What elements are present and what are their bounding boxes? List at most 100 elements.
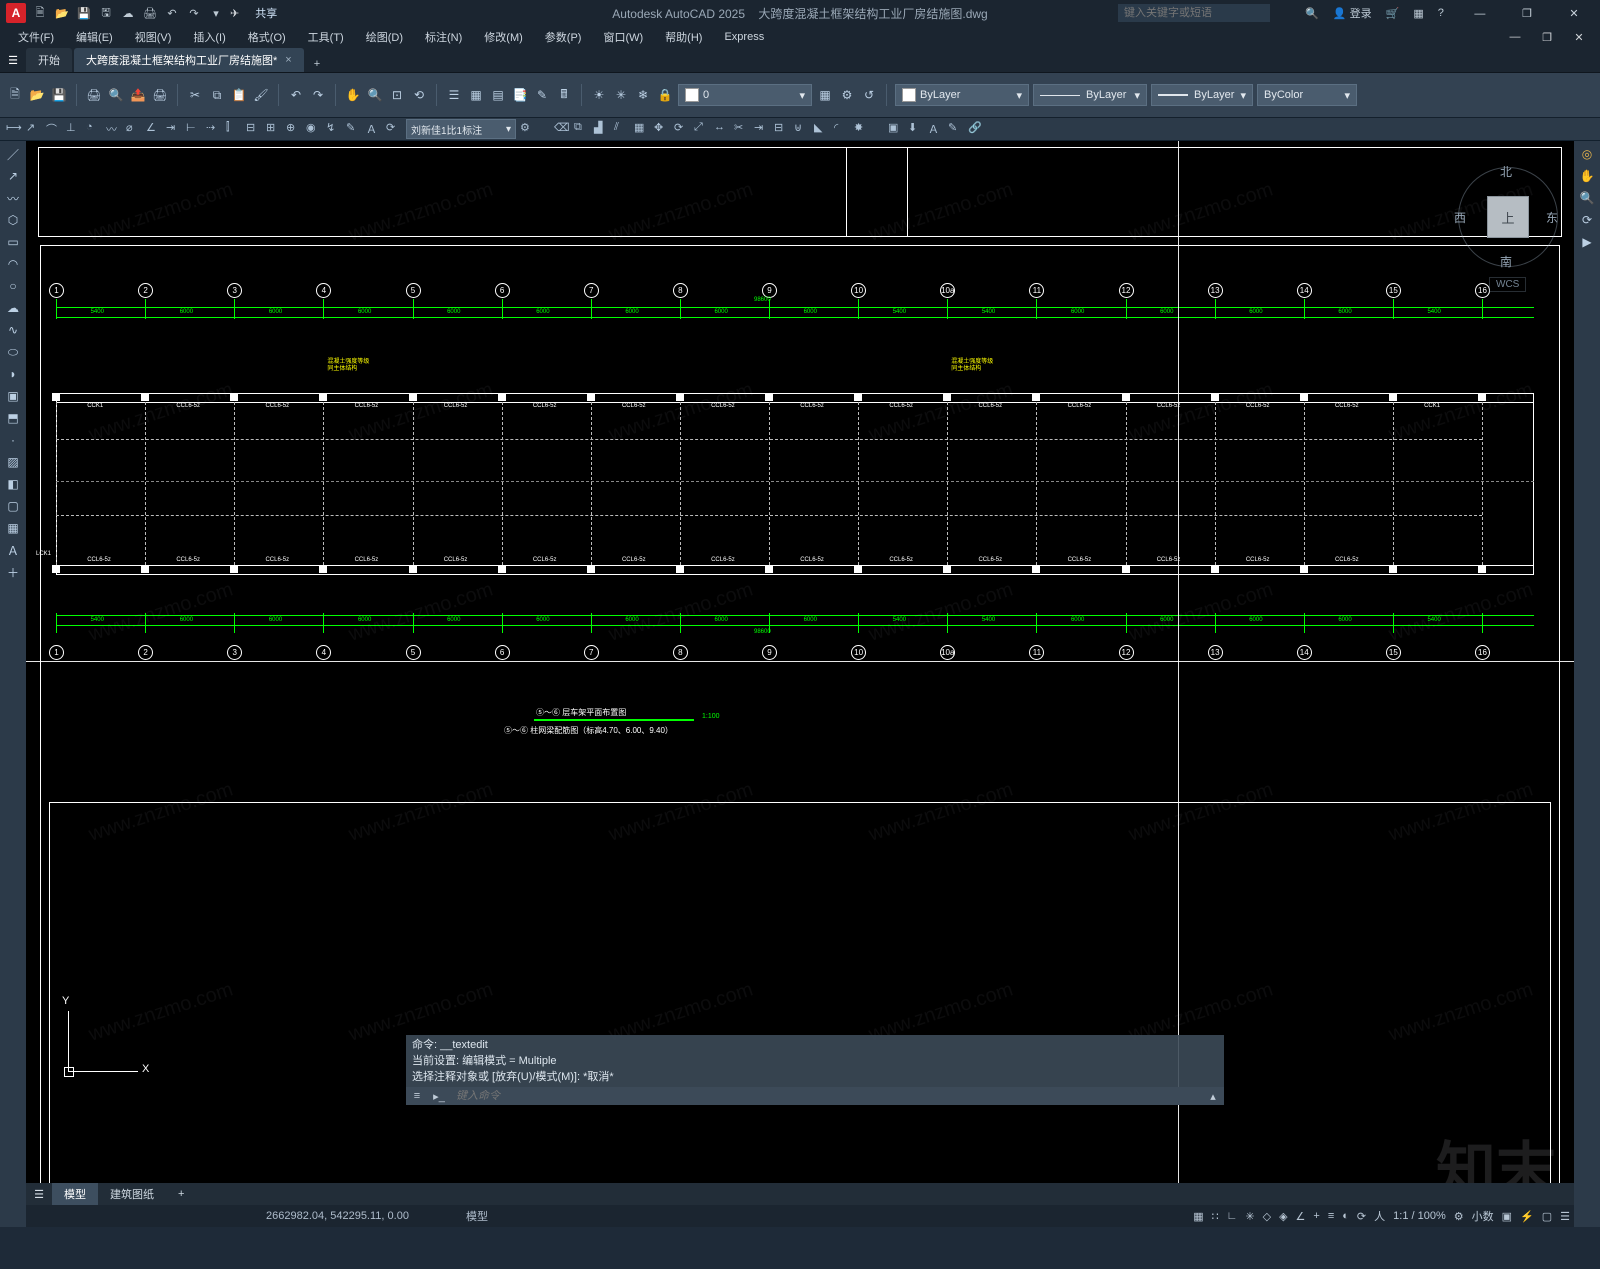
- redo2-icon[interactable]: ↷: [309, 86, 327, 104]
- status-customize-icon[interactable]: ☰: [1560, 1210, 1570, 1223]
- dim-aligned-icon[interactable]: ↗: [26, 121, 42, 137]
- extend-icon[interactable]: ⇥: [754, 121, 770, 137]
- properties-icon[interactable]: ☰: [445, 86, 463, 104]
- rectangle-icon[interactable]: ▭: [4, 233, 22, 251]
- status-osnap-icon[interactable]: ◇: [1263, 1210, 1271, 1223]
- status-transparency-icon[interactable]: ◐: [1342, 1210, 1349, 1222]
- status-modelspace[interactable]: 模型: [466, 1208, 488, 1224]
- status-annoscale-icon[interactable]: 人: [1374, 1208, 1385, 1224]
- status-otrack-icon[interactable]: ∠: [1296, 1210, 1306, 1223]
- dim-space-icon[interactable]: ⫿: [226, 121, 242, 137]
- makeblock-icon[interactable]: ⬒: [4, 409, 22, 427]
- attdef-icon[interactable]: Ａ: [928, 121, 944, 137]
- menu-format[interactable]: 格式(O): [238, 27, 296, 47]
- stretch-icon[interactable]: ↔: [714, 121, 730, 137]
- matchprop-icon[interactable]: 🖌: [252, 86, 270, 104]
- navbar-pan-icon[interactable]: ✋: [1578, 167, 1596, 185]
- undo-icon[interactable]: ↶: [164, 5, 180, 21]
- dim-linear-icon[interactable]: ⟼: [6, 121, 22, 137]
- hatch-icon[interactable]: ▨: [4, 453, 22, 471]
- qnew-icon[interactable]: 🗎: [6, 86, 24, 104]
- tab-new-button[interactable]: +: [306, 56, 328, 72]
- maximize-button[interactable]: ❐: [1505, 7, 1549, 20]
- webmobile-icon[interactable]: ☁: [120, 5, 136, 21]
- color-bylayer-dropdown[interactable]: ByLayer ▾: [895, 84, 1029, 106]
- break-icon[interactable]: ⊟: [774, 121, 790, 137]
- menu-file[interactable]: 文件(F): [8, 27, 64, 47]
- search-icon[interactable]: 🔍: [1305, 7, 1319, 20]
- status-cleanscreen-icon[interactable]: ▢: [1542, 1210, 1552, 1223]
- array-icon[interactable]: ▦: [634, 121, 650, 137]
- arc-icon[interactable]: ◠: [4, 255, 22, 273]
- doc-close-button[interactable]: ✕: [1564, 31, 1594, 44]
- menu-insert[interactable]: 插入(I): [183, 27, 235, 47]
- mirror-icon[interactable]: ▟: [594, 121, 610, 137]
- layerfreeze-icon[interactable]: ❄: [634, 86, 652, 104]
- dim-arc-icon[interactable]: ⌒: [46, 121, 62, 137]
- status-polar-icon[interactable]: ✳: [1245, 1210, 1254, 1223]
- menu-view[interactable]: 视图(V): [125, 27, 182, 47]
- layermgr-icon[interactable]: ▦: [816, 86, 834, 104]
- menu-window[interactable]: 窗口(W): [593, 27, 653, 47]
- layout-tab-new[interactable]: +: [166, 1185, 196, 1203]
- navbar-zoom-icon[interactable]: 🔍: [1578, 189, 1596, 207]
- layout-tab-sheet[interactable]: 建筑图纸: [98, 1183, 166, 1205]
- insert2-icon[interactable]: ⬇: [908, 121, 924, 137]
- navbar-orbit-icon[interactable]: ⟳: [1578, 211, 1596, 229]
- preview-icon[interactable]: 🔍: [107, 86, 125, 104]
- menu-draw[interactable]: 绘图(D): [356, 27, 413, 47]
- dim-jogged-icon[interactable]: 〰: [106, 121, 122, 137]
- command-input[interactable]: [450, 1090, 1202, 1102]
- status-snap-icon[interactable]: ∷: [1212, 1210, 1219, 1223]
- toolpalette-icon[interactable]: ▤: [489, 86, 507, 104]
- revcloud-icon[interactable]: ☁: [4, 299, 22, 317]
- menu-edit[interactable]: 编辑(E): [66, 27, 123, 47]
- scale-icon[interactable]: ⤢: [694, 121, 710, 137]
- linetype-dropdown[interactable]: ByLayer ▾: [1033, 84, 1147, 106]
- quickcalc-icon[interactable]: 🖩: [555, 86, 573, 104]
- open-icon[interactable]: 📂: [54, 5, 70, 21]
- layerlock-icon[interactable]: 🔒: [656, 86, 674, 104]
- help-icon[interactable]: ?: [1438, 7, 1444, 19]
- spline-icon[interactable]: ∿: [4, 321, 22, 339]
- move-icon[interactable]: ✥: [654, 121, 670, 137]
- apps-icon[interactable]: ▦: [1413, 7, 1423, 20]
- lineweight-dropdown[interactable]: ByLayer ▾: [1151, 84, 1253, 106]
- dim-quick-icon[interactable]: ⇥: [166, 121, 182, 137]
- doc-restore-button[interactable]: ❐: [1532, 31, 1562, 44]
- point-icon[interactable]: ·: [4, 431, 22, 449]
- dimedit-icon[interactable]: ✎: [346, 121, 362, 137]
- dimstyle-dropdown[interactable]: 刘新佳1比1标注 ▾: [406, 119, 516, 139]
- zoomwin-icon[interactable]: ⊡: [388, 86, 406, 104]
- table2-icon[interactable]: ▦: [4, 519, 22, 537]
- zoomprev-icon[interactable]: ⟲: [410, 86, 428, 104]
- cut-icon[interactable]: ✂: [186, 86, 204, 104]
- fillet-icon[interactable]: ◜: [834, 121, 850, 137]
- mtext-icon[interactable]: Ａ: [4, 541, 22, 559]
- tab-start[interactable]: 开始: [26, 48, 72, 72]
- save2-icon[interactable]: 💾: [50, 86, 68, 104]
- login-button[interactable]: 👤 登录: [1333, 5, 1372, 21]
- status-lwt-icon[interactable]: ≡: [1328, 1210, 1334, 1222]
- copy-icon[interactable]: ⧉: [208, 86, 226, 104]
- status-coords[interactable]: 2662982.04, 542295.11, 0.00: [256, 1210, 419, 1222]
- status-3dosnap-icon[interactable]: ◈: [1279, 1210, 1287, 1223]
- explode-icon[interactable]: ✸: [854, 121, 870, 137]
- insertblock-icon[interactable]: ▣: [4, 387, 22, 405]
- layer-dropdown[interactable]: 0 ▾: [678, 84, 812, 106]
- navbar-wheel-icon[interactable]: ◎: [1578, 145, 1596, 163]
- trim-icon[interactable]: ✂: [734, 121, 750, 137]
- menu-dimension[interactable]: 标注(N): [415, 27, 472, 47]
- publish-icon[interactable]: 📤: [129, 86, 147, 104]
- status-gear-icon[interactable]: ⚙: [1454, 1210, 1464, 1223]
- dim-ordinate-icon[interactable]: ⊥: [66, 121, 82, 137]
- chamfer-icon[interactable]: ◣: [814, 121, 830, 137]
- join-icon[interactable]: ⊎: [794, 121, 810, 137]
- save-icon[interactable]: 💾: [76, 5, 92, 21]
- jogline-icon[interactable]: ↯: [326, 121, 342, 137]
- help-search-input[interactable]: [1118, 4, 1270, 22]
- circle-icon[interactable]: ○: [4, 277, 22, 295]
- dimstyle-mgr-icon[interactable]: ⚙: [520, 121, 536, 137]
- status-ortho-icon[interactable]: ∟: [1227, 1210, 1238, 1222]
- sheetset-icon[interactable]: 📑: [511, 86, 529, 104]
